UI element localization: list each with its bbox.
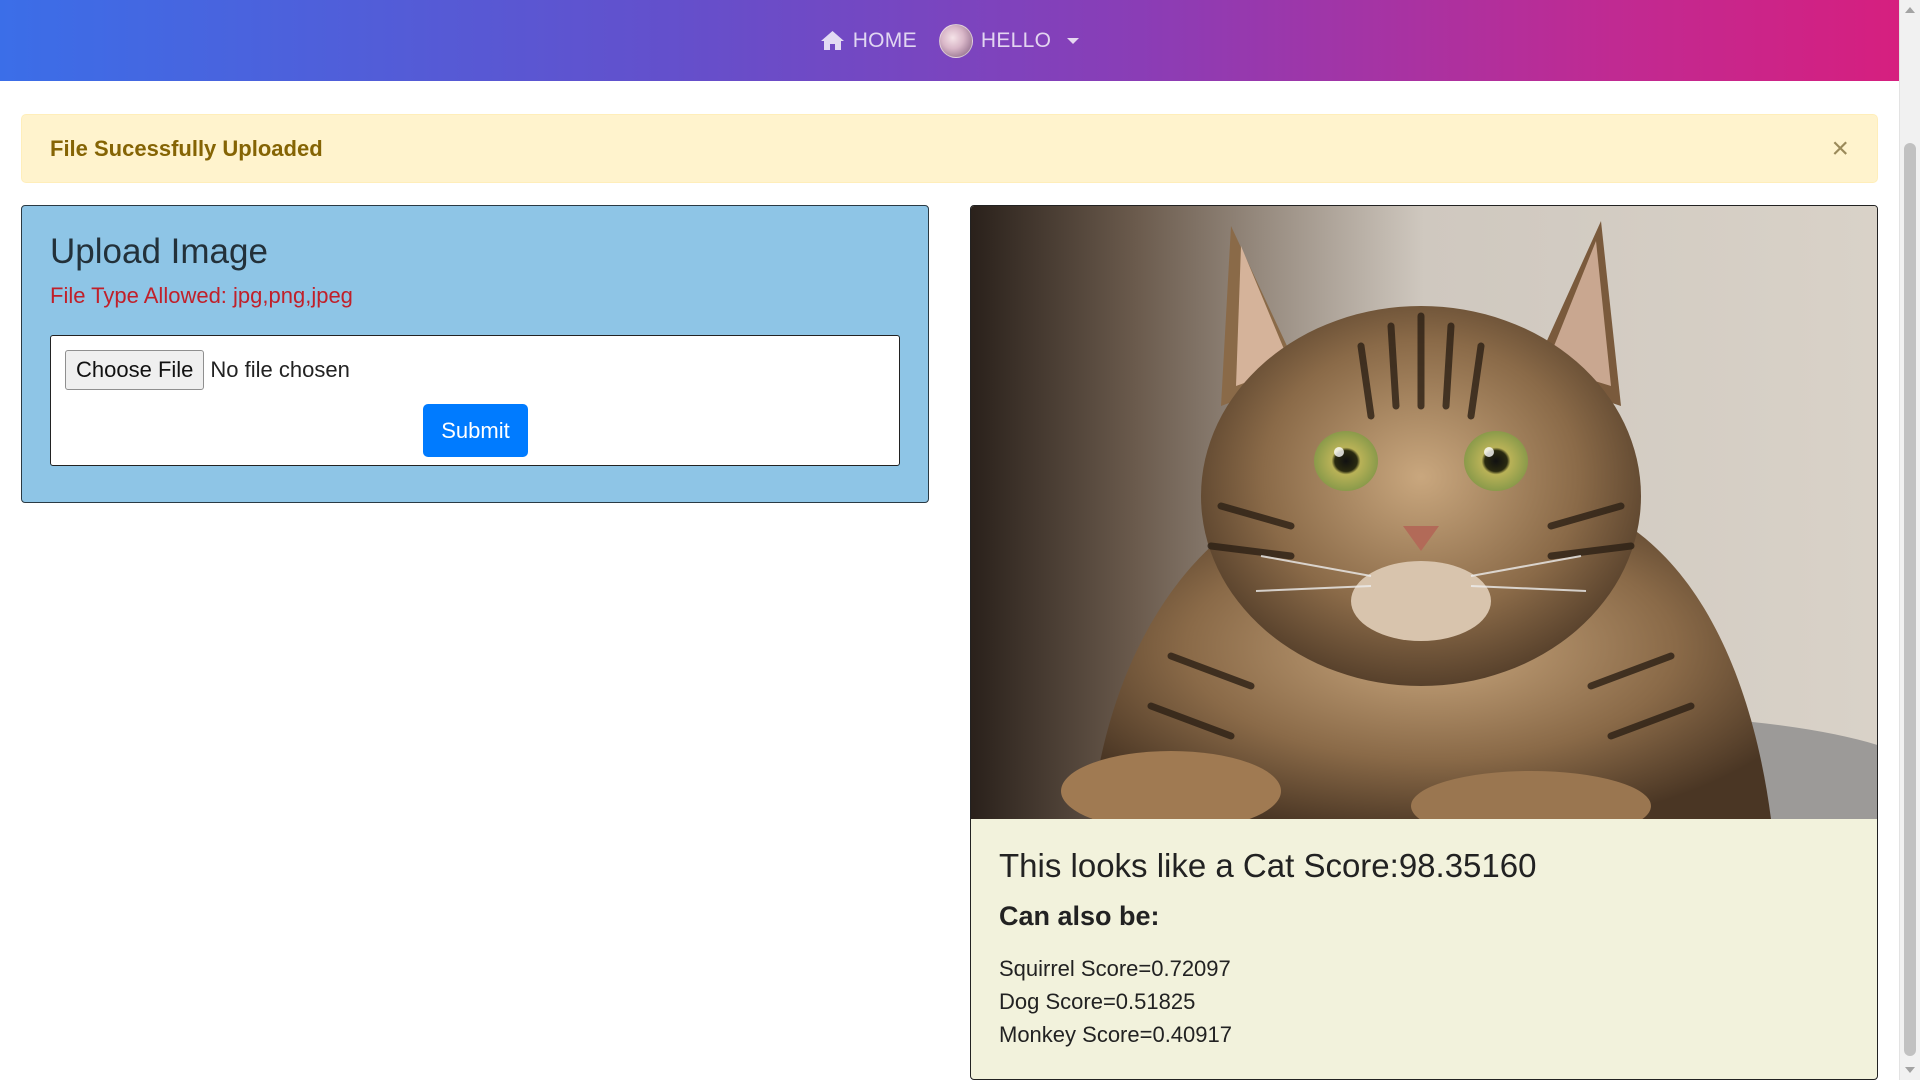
- file-input[interactable]: Choose File No file chosen: [65, 350, 885, 390]
- upload-form: Choose File No file chosen Submit: [50, 335, 900, 466]
- close-icon[interactable]: ×: [1831, 133, 1849, 164]
- alternative-item: Dog Score=0.51825: [999, 989, 1196, 1014]
- upload-title: Upload Image: [50, 232, 268, 271]
- avatar: [938, 23, 973, 58]
- caret-down-icon: [1067, 37, 1080, 44]
- choose-file-button[interactable]: Choose File: [65, 350, 205, 390]
- allowed-file-types: File Type Allowed: jpg,png,jpeg: [50, 283, 353, 308]
- home-icon: [820, 31, 844, 50]
- scroll-up-icon[interactable]: [1900, 0, 1920, 20]
- upload-card: Upload Image File Type Allowed: jpg,png,…: [21, 205, 929, 503]
- scroll-down-icon[interactable]: [1900, 1060, 1920, 1080]
- cat-photo: [971, 206, 1877, 819]
- alert-message: File Sucessfully Uploaded: [50, 135, 323, 161]
- alternative-item: Monkey Score=0.40917: [999, 1022, 1232, 1047]
- nav-home-label: HOME: [852, 28, 917, 52]
- nav-user-dropdown[interactable]: HELLO: [938, 23, 1080, 58]
- nav-user-label: HELLO: [980, 28, 1052, 52]
- success-alert: File Sucessfully Uploaded ×: [21, 114, 1878, 183]
- page-scrollbar[interactable]: [1899, 0, 1920, 1080]
- scrollbar-thumb[interactable]: [1904, 143, 1916, 1056]
- result-card: This looks like a Cat Score:98.35160 Can…: [970, 205, 1878, 1080]
- file-status: No file chosen: [210, 357, 350, 382]
- alternatives-title: Can also be:: [999, 901, 1160, 931]
- submit-button[interactable]: Submit: [423, 404, 528, 457]
- nav-home-link[interactable]: HOME: [820, 29, 917, 53]
- top-navbar: HOME HELLO: [0, 0, 1899, 81]
- prediction-title: This looks like a Cat Score:98.35160: [999, 847, 1537, 884]
- result-body: This looks like a Cat Score:98.35160 Can…: [971, 819, 1877, 1079]
- alternative-item: Squirrel Score=0.72097: [999, 956, 1231, 981]
